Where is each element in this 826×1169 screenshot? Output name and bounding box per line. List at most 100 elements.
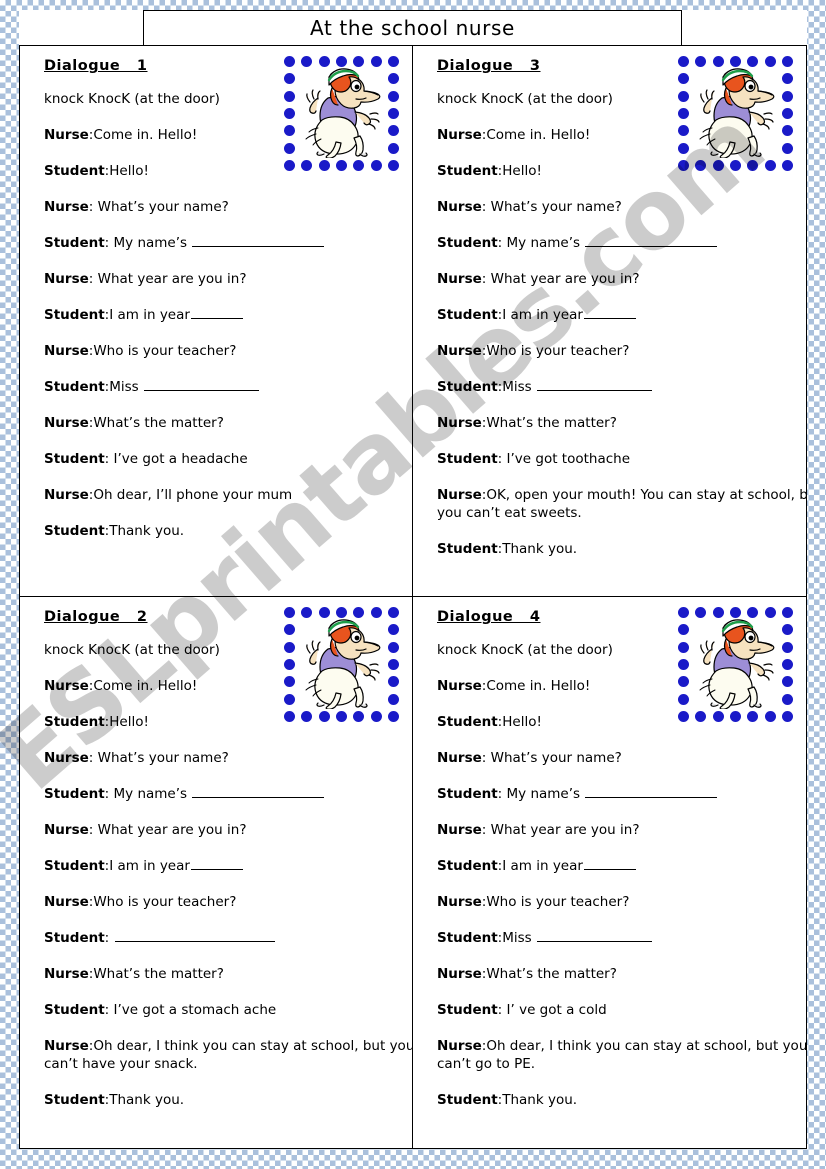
border-dot	[370, 56, 382, 67]
answer-blank[interactable]	[190, 857, 243, 870]
answer-blank[interactable]	[583, 306, 636, 319]
dialogue-cell-dialogue-1: Dialogue 1 knock KnocK (at the door) Nurs…	[20, 46, 413, 597]
speaker-label: Nurse	[44, 1038, 89, 1054]
dialogue-line: Nurse: What year are you in?	[44, 270, 412, 288]
line-text: I am in year	[109, 858, 190, 874]
speaker-label: Nurse	[44, 343, 89, 359]
answer-blank[interactable]	[583, 857, 636, 870]
line-text: Who is your teacher?	[486, 343, 630, 359]
border-dot	[695, 160, 707, 171]
answer-blank[interactable]	[192, 785, 325, 798]
speaker-label: Student	[437, 1002, 498, 1018]
border-dot	[336, 711, 347, 722]
border-dot	[695, 607, 707, 618]
border-dot	[678, 641, 689, 653]
dialogue-line: Student:Thank you.	[437, 540, 806, 558]
border-dot	[782, 56, 793, 67]
border-dot	[318, 607, 330, 618]
border-dot	[284, 73, 295, 85]
border-dot	[318, 56, 330, 67]
border-dot	[318, 711, 330, 722]
line-text: Miss	[502, 930, 536, 946]
dialogue-line: Student:I am in year	[44, 306, 412, 324]
border-dot	[695, 711, 707, 722]
border-dot	[678, 125, 689, 137]
speaker-label: Student	[437, 379, 498, 395]
border-dot	[284, 607, 295, 618]
line-text: My name’s	[109, 786, 192, 802]
line-text: Thank you.	[502, 1092, 578, 1108]
border-dot	[388, 711, 399, 722]
speaker-label: Student	[44, 1092, 105, 1108]
border-dot	[730, 160, 741, 171]
border-dot	[747, 56, 759, 67]
speaker-label: Student	[44, 930, 105, 946]
answer-blank[interactable]	[144, 378, 259, 391]
border-dot	[678, 659, 689, 670]
dialogue-line: Nurse: What year are you in?	[44, 821, 412, 839]
speaker-label: Student	[437, 451, 498, 467]
speaker-label: Nurse	[437, 822, 482, 838]
dialogue-line: Student:Miss	[437, 378, 806, 396]
dialogue-line: Nurse:Who is your teacher?	[437, 342, 806, 360]
border-dot	[336, 56, 347, 67]
answer-blank[interactable]	[537, 378, 652, 391]
border-dot	[782, 659, 793, 670]
speaker-label: Nurse	[44, 822, 89, 838]
border-dot	[301, 711, 313, 722]
speaker-label: Student	[437, 1092, 498, 1108]
border-dot	[678, 56, 689, 67]
answer-blank[interactable]	[190, 306, 243, 319]
border-dot	[284, 108, 295, 119]
line-text: Come in. Hello!	[93, 678, 198, 694]
dialogue-line: Nurse: What’s your name?	[437, 198, 806, 216]
line-text: Come in. Hello!	[486, 678, 591, 694]
dialogue-line: Student:Thank you.	[44, 1091, 412, 1109]
answer-blank[interactable]	[114, 929, 275, 942]
nurse-illustration	[305, 68, 381, 158]
speaker-label: Nurse	[437, 966, 482, 982]
speaker-label: Nurse	[437, 343, 482, 359]
border-dot	[284, 624, 295, 636]
speaker-label: Nurse	[44, 487, 89, 503]
border-dot	[388, 90, 399, 102]
border-dot	[284, 142, 295, 154]
border-dot	[388, 142, 399, 154]
dialogue-line: Student: I’ve got a stomach ache	[44, 1001, 412, 1019]
line-text	[109, 930, 113, 946]
border-dot	[730, 711, 741, 722]
border-dot	[678, 711, 689, 722]
border-dot	[353, 711, 365, 722]
dialogue-1-heading: Dialogue 1	[44, 58, 148, 74]
speaker-label: Nurse	[44, 894, 89, 910]
line-text: knock KnocK (at the door)	[437, 91, 613, 107]
answer-blank[interactable]	[585, 234, 718, 247]
dialogue-line: Student:I am in year	[437, 857, 806, 875]
speaker-label: Student	[44, 858, 105, 874]
line-text: What’s the matter?	[93, 966, 224, 982]
border-dot	[388, 693, 399, 705]
worksheet-title-box: At the school nurse	[143, 10, 682, 46]
dialogue-line: Student:Miss	[44, 378, 412, 396]
speaker-label: Student	[437, 858, 498, 874]
line-text: What year are you in?	[486, 271, 640, 287]
speaker-label: Student	[437, 541, 498, 557]
speaker-label: Nurse	[437, 271, 482, 287]
speaker-label: Student	[437, 786, 498, 802]
dialogue-line: Student:I am in year	[44, 857, 412, 875]
line-text: Hello!	[502, 714, 542, 730]
answer-blank[interactable]	[537, 929, 652, 942]
border-dot	[388, 624, 399, 636]
dialogue-line: Nurse:Who is your teacher?	[44, 342, 412, 360]
answer-blank[interactable]	[585, 785, 718, 798]
border-dot	[764, 607, 776, 618]
dialogue-line: Nurse:Oh dear, I think you can stay at s…	[437, 1037, 806, 1073]
line-text: OK, open your mouth! You can stay at sch…	[437, 487, 806, 521]
nurse-clipart-frame	[284, 607, 399, 722]
answer-blank[interactable]	[192, 234, 325, 247]
speaker-label: Nurse	[44, 271, 89, 287]
border-dot	[388, 641, 399, 653]
dialogue-line: Student:	[44, 929, 412, 947]
line-text: My name’s	[109, 235, 192, 251]
line-text: I am in year	[109, 307, 190, 323]
